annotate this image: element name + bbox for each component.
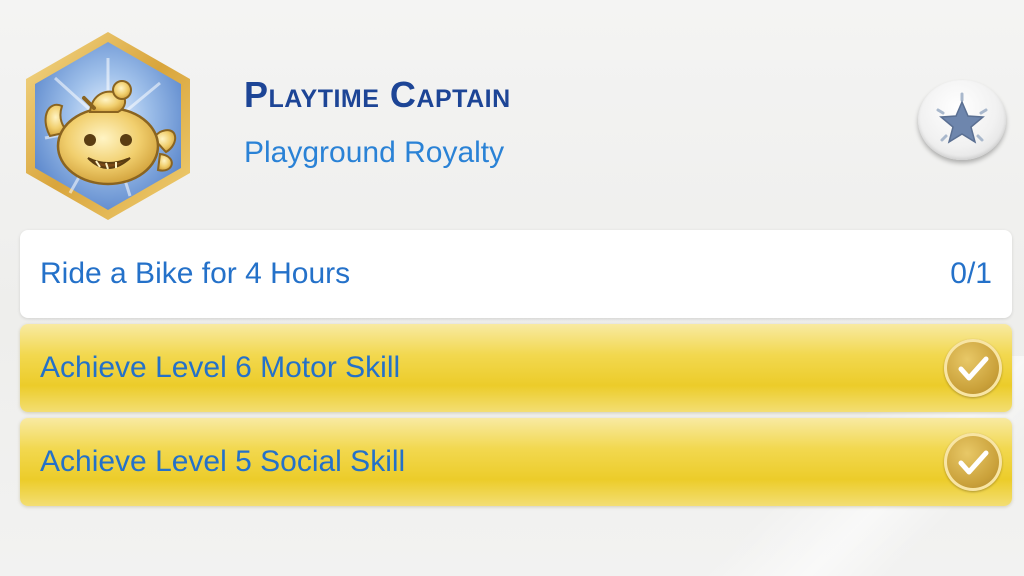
checkmark-icon (944, 433, 1002, 491)
favorite-button[interactable] (918, 80, 1006, 160)
goal-item-social-skill: Achieve Level 5 Social Skill (20, 418, 1012, 506)
goal-list: Ride a Bike for 4 Hours 0/1 Achieve Leve… (20, 230, 1012, 512)
goal-label: Achieve Level 5 Social Skill (40, 445, 406, 478)
aspiration-title: Playtime Captain (244, 74, 511, 115)
checkmark-icon (944, 339, 1002, 397)
goal-progress: 0/1 (950, 257, 992, 290)
aspiration-badge-icon (10, 28, 206, 224)
star-icon (936, 92, 988, 144)
goal-item-ride-bike: Ride a Bike for 4 Hours 0/1 (20, 230, 1012, 318)
aspiration-subtitle: Playground Royalty (244, 136, 505, 169)
goal-label: Ride a Bike for 4 Hours (40, 257, 351, 290)
aspiration-panel: Playtime Captain Playground Royalty Ride… (0, 0, 1024, 576)
goal-item-motor-skill: Achieve Level 6 Motor Skill (20, 324, 1012, 412)
goal-label: Achieve Level 6 Motor Skill (40, 351, 401, 384)
